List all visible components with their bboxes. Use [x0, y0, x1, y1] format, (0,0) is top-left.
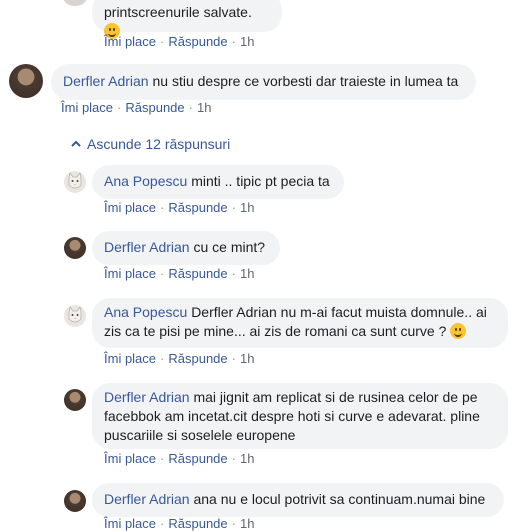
reply-bubble: Ana Popescu Derfler Adrian nu m-ai facut… [92, 298, 508, 348]
avatar-derfler-adrian[interactable] [64, 389, 86, 411]
comment-text: nu stiu despre ce vorbesti dar traieste … [152, 73, 459, 89]
avatar-derfler-adrian[interactable] [9, 64, 43, 98]
comment-bubble: Derfler Adrian nu stiu despre ce vorbest… [51, 64, 476, 100]
comment-actions: Îmi place · Răspunde · 1h [104, 266, 255, 281]
cat-avatar-icon [68, 306, 82, 323]
comment-actions: Îmi place · Răspunde · 1h [104, 451, 255, 466]
hide-replies-label: Ascunde 12 răspunsuri [87, 136, 231, 152]
reply-bubble: Derfler Adrian mai jignit am replicat si… [92, 383, 508, 449]
comment-text: printscreenurile salvate. [104, 4, 252, 20]
like-link[interactable]: Îmi place [104, 451, 156, 466]
comment-time[interactable]: 1h [240, 200, 254, 215]
reply-bubble: Derfler Adrian ana nu e locul potrivit s… [92, 483, 504, 517]
comment-actions: Îmi place · Răspunde · 1h [104, 200, 255, 215]
comment-actions: Îmi place · Răspunde · 1h [104, 516, 255, 531]
reply-link[interactable]: Răspunde [168, 34, 227, 49]
avatar-derfler-adrian[interactable] [64, 237, 86, 259]
like-link[interactable]: Îmi place [104, 516, 156, 531]
like-link[interactable]: Îmi place [104, 200, 156, 215]
like-link[interactable]: Îmi place [61, 100, 113, 115]
reply-link[interactable]: Răspunde [168, 451, 227, 466]
comment-time[interactable]: 1h [240, 351, 254, 366]
smile-emoji-icon [450, 323, 467, 339]
comment-author[interactable]: Derfler Adrian [104, 389, 190, 405]
reply-bubble: Ana Popescu minti .. tipic pt pecia ta [92, 165, 344, 199]
comment-bubble: printscreenurile salvate. [92, 0, 282, 39]
like-link[interactable]: Îmi place [104, 34, 156, 49]
avatar-derfler-adrian[interactable] [64, 490, 86, 512]
comment-time[interactable]: 1h [240, 34, 254, 49]
comment-actions: Îmi place · Răspunde · 1h [104, 34, 255, 49]
comment-text: minti .. tipic pt pecia ta [191, 173, 330, 189]
reply-link[interactable]: Răspunde [168, 516, 227, 531]
comment-time[interactable]: 1h [197, 100, 211, 115]
comment-actions: Îmi place · Răspunde · 1h [61, 100, 212, 115]
reply-link[interactable]: Răspunde [168, 200, 227, 215]
comment-text: ana nu e locul potrivit sa continuam.num… [193, 491, 486, 507]
avatar-partial[interactable] [63, 0, 87, 6]
reply-link[interactable]: Răspunde [168, 266, 227, 281]
comment-time[interactable]: 1h [240, 516, 254, 531]
comment-time[interactable]: 1h [240, 266, 254, 281]
reply-link[interactable]: Răspunde [168, 351, 227, 366]
comment-author[interactable]: Ana Popescu [104, 173, 187, 189]
reply-link[interactable]: Răspunde [125, 100, 184, 115]
cat-avatar-icon [68, 172, 82, 189]
avatar-ana-popescu[interactable] [64, 171, 86, 193]
comment-author[interactable]: Derfler Adrian [104, 491, 190, 507]
comment-text: cu ce mint? [193, 239, 266, 255]
hide-replies-toggle[interactable]: Ascunde 12 răspunsuri [71, 136, 230, 152]
chevron-up-icon [71, 140, 81, 147]
comment-time[interactable]: 1h [240, 451, 254, 466]
reply-bubble: Derfler Adrian cu ce mint? [92, 231, 280, 265]
comment-actions: Îmi place · Răspunde · 1h [104, 351, 255, 366]
like-link[interactable]: Îmi place [104, 351, 156, 366]
avatar-ana-popescu[interactable] [64, 305, 86, 327]
like-link[interactable]: Îmi place [104, 266, 156, 281]
comment-author[interactable]: Ana Popescu [104, 304, 187, 320]
comment-author[interactable]: Derfler Adrian [104, 239, 190, 255]
comment-author[interactable]: Derfler Adrian [63, 73, 149, 89]
